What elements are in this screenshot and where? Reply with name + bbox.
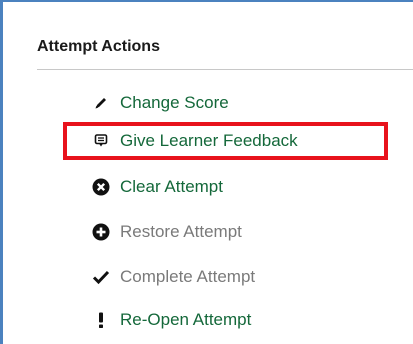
clear-attempt-action[interactable]: Clear Attempt xyxy=(91,174,223,200)
complete-attempt-action[interactable]: Complete Attempt xyxy=(91,264,255,290)
highlight-box xyxy=(63,122,388,160)
checkmark-icon xyxy=(91,267,111,287)
restore-attempt-action[interactable]: Restore Attempt xyxy=(91,219,242,245)
change-score-action[interactable]: Change Score xyxy=(91,90,229,116)
attempt-actions-panel: Attempt Actions Change Score Give Learne… xyxy=(0,0,413,344)
clear-attempt-label: Clear Attempt xyxy=(120,177,223,196)
pencil-icon xyxy=(91,93,111,113)
section-title: Attempt Actions xyxy=(37,38,160,55)
re-open-attempt-label: Re-Open Attempt xyxy=(120,310,252,329)
restore-attempt-label: Restore Attempt xyxy=(120,222,242,241)
exclamation-icon xyxy=(91,310,111,330)
re-open-attempt-action[interactable]: Re-Open Attempt xyxy=(91,307,251,333)
clear-circle-icon xyxy=(91,177,111,197)
section-divider xyxy=(37,69,413,70)
restore-circle-icon xyxy=(91,222,111,242)
complete-attempt-label: Complete Attempt xyxy=(120,267,256,286)
change-score-label: Change Score xyxy=(120,93,229,112)
